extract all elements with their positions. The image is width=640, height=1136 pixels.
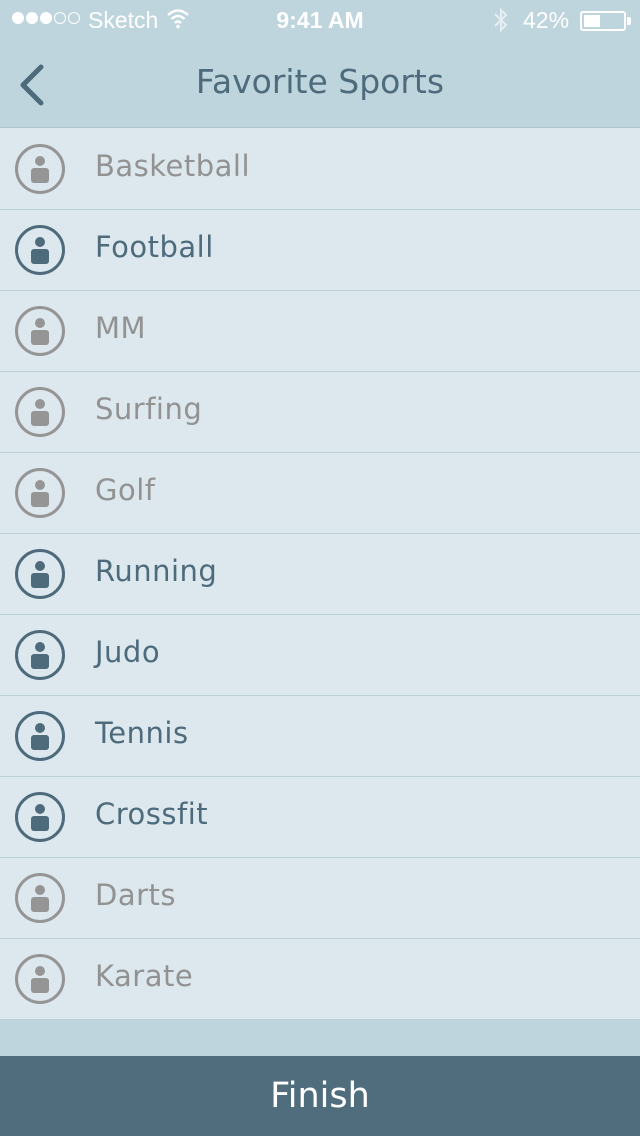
- person-head: [35, 722, 45, 733]
- sport-label: Karate: [95, 959, 194, 993]
- person-body: [31, 653, 49, 669]
- person-toggle-icon[interactable]: [15, 387, 65, 437]
- person-head: [35, 398, 45, 409]
- person-head: [35, 560, 45, 571]
- person-body: [31, 977, 49, 993]
- person-head: [35, 236, 45, 247]
- battery-percentage: 42%: [523, 7, 570, 33]
- person-toggle-icon[interactable]: [15, 630, 65, 680]
- person-toggle-icon[interactable]: [15, 954, 65, 1004]
- sport-label: Crossfit: [95, 797, 209, 831]
- person-toggle-icon[interactable]: [15, 306, 65, 356]
- sport-label: Football: [95, 230, 214, 264]
- person-body: [31, 734, 49, 750]
- sport-label: Surfing: [95, 392, 203, 426]
- sport-item-surfing[interactable]: Surfing: [0, 372, 640, 453]
- finish-button[interactable]: Finish: [0, 1056, 640, 1136]
- sport-item-crossfit[interactable]: Crossfit: [0, 777, 640, 858]
- sport-label: MM: [95, 311, 147, 345]
- person-body: [31, 248, 49, 264]
- battery-icon: [580, 11, 626, 31]
- sports-list: Basketball Football MM Surfing Golf Running Ju…: [0, 129, 640, 1020]
- sport-label: Golf: [95, 473, 156, 507]
- sport-item-football[interactable]: Football: [0, 210, 640, 291]
- person-toggle-icon[interactable]: [15, 549, 65, 599]
- sport-item-running[interactable]: Running: [0, 534, 640, 615]
- battery-level: [584, 15, 600, 27]
- person-toggle-icon[interactable]: [15, 144, 65, 194]
- sport-label: Basketball: [95, 149, 251, 183]
- person-body: [31, 815, 49, 831]
- sport-label: Running: [95, 554, 218, 588]
- sport-item-mm[interactable]: MM: [0, 291, 640, 372]
- person-body: [31, 896, 49, 912]
- person-body: [31, 167, 49, 183]
- person-head: [35, 479, 45, 490]
- bluetooth-icon: [494, 7, 508, 33]
- person-head: [35, 641, 45, 652]
- person-body: [31, 329, 49, 345]
- person-head: [35, 317, 45, 328]
- sport-item-basketball[interactable]: Basketball: [0, 129, 640, 210]
- navigation-bar: Sketch 9:41 AM 42% Favorite Sports: [0, 0, 640, 128]
- person-head: [35, 965, 45, 976]
- person-toggle-icon[interactable]: [15, 468, 65, 518]
- person-toggle-icon[interactable]: [15, 711, 65, 761]
- person-toggle-icon[interactable]: [15, 873, 65, 923]
- person-body: [31, 491, 49, 507]
- person-toggle-icon[interactable]: [15, 792, 65, 842]
- footer-spacer: [0, 1020, 640, 1056]
- sport-item-judo[interactable]: Judo: [0, 615, 640, 696]
- sport-item-karate[interactable]: Karate: [0, 939, 640, 1020]
- battery-tip: [627, 17, 631, 25]
- page-title: Favorite Sports: [195, 62, 445, 101]
- person-head: [35, 803, 45, 814]
- sport-item-darts[interactable]: Darts: [0, 858, 640, 939]
- person-head: [35, 155, 45, 166]
- status-bar: Sketch 9:41 AM 42%: [0, 0, 640, 40]
- sport-item-golf[interactable]: Golf: [0, 453, 640, 534]
- person-body: [31, 572, 49, 588]
- person-body: [31, 410, 49, 426]
- sport-label: Darts: [95, 878, 177, 912]
- sport-label: Tennis: [95, 716, 189, 750]
- sport-label: Judo: [95, 635, 161, 669]
- person-head: [35, 884, 45, 895]
- person-toggle-icon[interactable]: [15, 225, 65, 275]
- sport-item-tennis[interactable]: Tennis: [0, 696, 640, 777]
